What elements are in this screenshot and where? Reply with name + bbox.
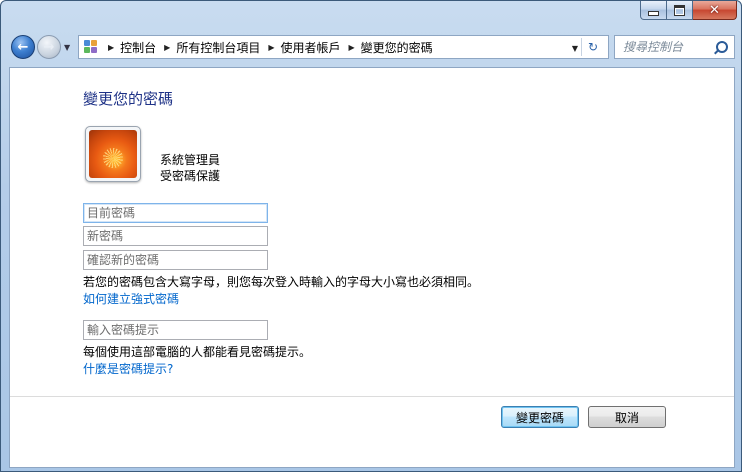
current-password-field[interactable] — [83, 203, 268, 223]
address-bar[interactable]: ▶ 控制台 ▶ 所有控制台項目 ▶ 使用者帳戶 ▶ 變更您的密碼 ▼ ↻ — [78, 35, 609, 59]
navigation-bar: ← → ▼ ▶ 控制台 ▶ 所有控制台項目 ▶ 使用者帳戶 ▶ 變更您的密碼 ▼… — [1, 31, 742, 65]
breadcrumb-item-change-password[interactable]: 變更您的密碼 — [361, 39, 433, 56]
minimize-button[interactable] — [640, 1, 667, 20]
maximize-icon — [674, 4, 685, 16]
avatar — [85, 126, 141, 182]
user-status: 受密碼保護 — [160, 169, 221, 183]
back-button[interactable]: ← — [11, 35, 35, 59]
confirm-password-field[interactable] — [83, 250, 268, 270]
hint-visibility-note: 每個使用這部電腦的人都能看見密碼提示。 — [83, 345, 312, 359]
breadcrumb-separator-icon[interactable]: ▶ — [268, 43, 274, 52]
search-icon[interactable] — [716, 41, 728, 53]
user-name: 系統管理員 — [160, 153, 221, 167]
search-input[interactable] — [615, 36, 719, 58]
main-content: 變更您的密碼 系統管理員 受密碼保護 若您的密碼包含大寫字母，則您每次登入時輸入… — [9, 67, 735, 468]
new-password-field[interactable] — [83, 226, 268, 246]
case-sensitivity-note: 若您的密碼包含大寫字母，則您每次登入時輸入的字母大小寫也必須相同。 — [83, 275, 480, 289]
password-hint-help-link[interactable]: 什麼是密碼提示? — [83, 360, 173, 377]
password-hint-field[interactable] — [83, 320, 268, 340]
forward-button[interactable]: → — [37, 35, 61, 59]
forward-arrow-icon: → — [43, 39, 55, 55]
divider — [10, 396, 734, 397]
change-password-button[interactable]: 變更密碼 — [501, 406, 579, 428]
back-arrow-icon: ← — [17, 39, 29, 55]
flower-picture-icon — [89, 130, 137, 178]
close-button[interactable]: ✕ — [693, 1, 737, 20]
search-box[interactable] — [614, 35, 735, 59]
cancel-button[interactable]: 取消 — [588, 406, 666, 428]
window-controls: ✕ — [640, 1, 737, 20]
breadcrumb-separator-icon[interactable]: ▶ — [108, 43, 114, 52]
page-title: 變更您的密碼 — [83, 90, 174, 108]
address-dropdown-icon[interactable]: ▼ — [572, 44, 578, 53]
refresh-icon[interactable]: ↻ — [581, 38, 604, 56]
maximize-button[interactable] — [667, 1, 693, 20]
breadcrumb-item-user-accounts[interactable]: 使用者帳戶 — [281, 39, 341, 56]
close-icon: ✕ — [709, 2, 720, 18]
control-panel-icon — [84, 40, 100, 54]
breadcrumb-item-control-panel[interactable]: 控制台 — [120, 39, 156, 56]
breadcrumb-item-all-items[interactable]: 所有控制台項目 — [176, 39, 260, 56]
breadcrumb: ▶ 控制台 ▶ 所有控制台項目 ▶ 使用者帳戶 ▶ 變更您的密碼 — [100, 39, 433, 56]
strong-password-link[interactable]: 如何建立強式密碼 — [83, 290, 179, 307]
breadcrumb-separator-icon[interactable]: ▶ — [349, 43, 355, 52]
control-panel-window: ✕ ← → ▼ ▶ 控制台 ▶ 所有控制台項目 ▶ 使用者帳戶 ▶ 變更您的密碼 — [0, 0, 742, 472]
recent-pages-dropdown[interactable]: ▼ — [64, 43, 70, 52]
minimize-icon — [648, 10, 659, 16]
breadcrumb-separator-icon[interactable]: ▶ — [164, 43, 170, 52]
